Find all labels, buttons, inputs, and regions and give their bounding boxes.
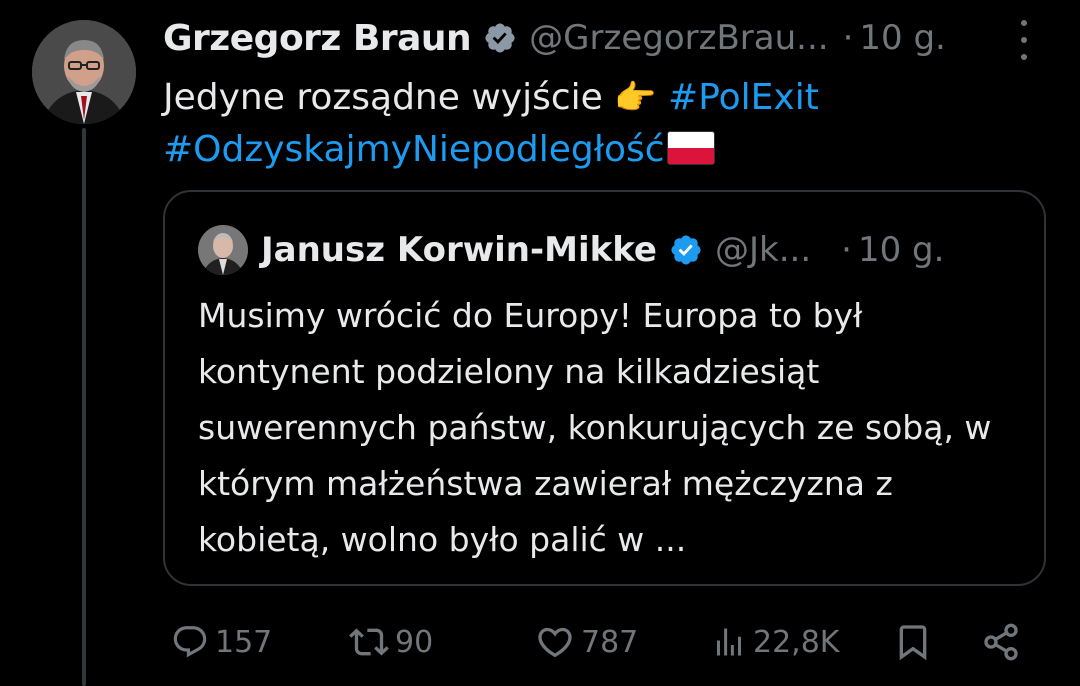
views-count: 22,8K: [753, 624, 840, 660]
tweet-time[interactable]: 10 g.: [859, 18, 945, 58]
quoted-tweet[interactable]: Janusz Korwin-Mikke @Jk... · 10 g. Musim…: [163, 190, 1046, 586]
quoted-tweet-header: Janusz Korwin-Mikke @Jk... · 10 g.: [261, 222, 1014, 278]
quoted-author-avatar[interactable]: [198, 225, 248, 275]
bookmark-icon: [899, 625, 927, 661]
poland-flag-icon: [666, 131, 715, 165]
pointing-hand-emoji: 👉: [614, 78, 657, 118]
more-options-icon[interactable]: [1014, 20, 1034, 60]
hashtag-polexit[interactable]: #PolExit: [668, 77, 819, 118]
verified-badge-icon[interactable]: [483, 21, 517, 55]
reply-icon: [173, 626, 207, 658]
heart-icon: [538, 627, 572, 658]
views-button[interactable]: 22,8K: [711, 614, 839, 670]
share-button[interactable]: [981, 614, 1021, 670]
reply-button[interactable]: 157: [171, 614, 272, 670]
quoted-author-handle[interactable]: @Jk...: [715, 230, 811, 270]
repost-count: 90: [395, 624, 434, 660]
share-icon: [984, 623, 1018, 661]
repost-icon: [349, 628, 389, 656]
separator-dot: ·: [841, 230, 852, 270]
hashtag-odzyskajmy[interactable]: #OdzyskajmyNiepodległość: [163, 129, 665, 170]
like-count: 787: [581, 624, 639, 660]
like-button[interactable]: 787: [535, 614, 638, 670]
views-chart-icon: [717, 628, 741, 656]
action-bar: 157 90 787 22,8K: [163, 614, 1043, 670]
reply-count: 157: [215, 624, 273, 660]
quoted-tweet-text: Musimy wrócić do Europy! Europa to był k…: [198, 296, 992, 559]
quoted-author-name[interactable]: Janusz Korwin-Mikke: [261, 230, 657, 270]
verified-badge-icon[interactable]: [669, 233, 703, 267]
quoted-tweet-time[interactable]: 10 g.: [858, 230, 944, 270]
repost-button[interactable]: 90: [349, 614, 433, 670]
tweet-header: Grzegorz Braun @GrzegorzBrau... · 10 g.: [163, 10, 1040, 66]
avatar-portrait-icon: [32, 20, 136, 124]
tweet-text: Jedyne rozsądne wyjście 👉 #PolExit #Odzy…: [163, 72, 1043, 176]
thread-line: [82, 128, 86, 686]
tweet-text-body: Jedyne rozsądne wyjście: [163, 77, 615, 118]
separator-dot: ·: [842, 18, 854, 58]
author-avatar[interactable]: [32, 20, 136, 124]
author-handle[interactable]: @GrzegorzBrau...: [529, 18, 828, 58]
avatar-portrait-icon: [198, 225, 248, 275]
author-name[interactable]: Grzegorz Braun: [163, 18, 472, 59]
bookmark-button[interactable]: [893, 614, 933, 670]
